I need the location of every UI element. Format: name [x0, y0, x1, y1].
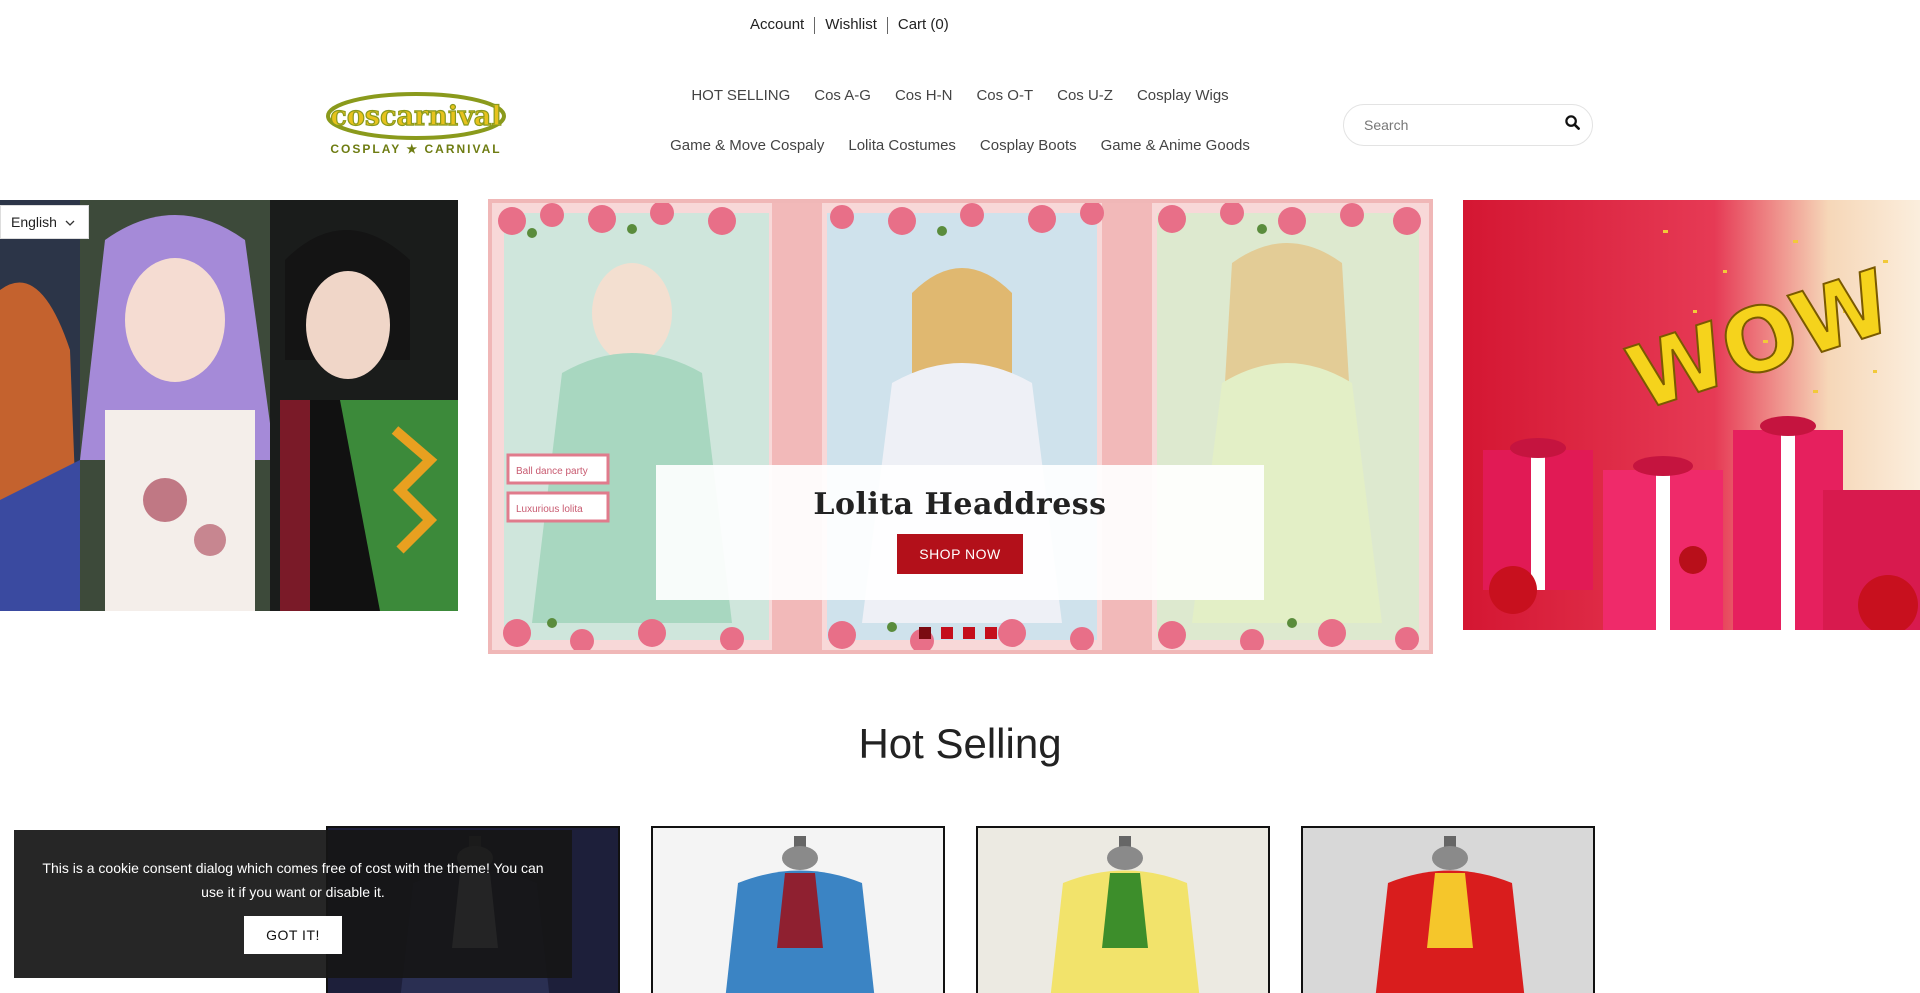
logo-graphic: coscarnival COSPLAY ★ CARNIVAL [326, 92, 506, 156]
search-box [1343, 104, 1593, 146]
shop-now-button[interactable]: SHOP NOW [897, 534, 1023, 574]
slide-previous[interactable] [0, 200, 458, 611]
nav-item-game-anime-goods[interactable]: Game & Anime Goods [1089, 136, 1262, 156]
nav-item-game-move-cospaly[interactable]: Game & Move Cospaly [658, 136, 836, 156]
account-link[interactable]: Account [740, 15, 814, 35]
nav-item-hot-selling[interactable]: HOT SELLING [679, 86, 802, 106]
slide-next[interactable]: WOW [1463, 200, 1920, 630]
product-card[interactable]: coscarnival.com [651, 826, 945, 993]
search-icon[interactable] [1565, 115, 1580, 135]
language-selector[interactable]: English [0, 205, 89, 239]
slider-dot[interactable] [963, 627, 975, 639]
slider-dot[interactable] [919, 627, 931, 639]
main-navigation: HOT SELLING Cos A-G Cos H-N Cos O-T Cos U-Z C… [660, 86, 1260, 186]
wishlist-link[interactable]: Wishlist [815, 15, 887, 35]
gift-boxes-image: WOW [1463, 200, 1920, 630]
language-label: English [11, 214, 57, 230]
promo-caption: Lolita Headdress SHOP NOW [656, 465, 1264, 600]
nav-item-cos-h-n[interactable]: Cos H-N [883, 86, 965, 106]
nav-item-cos-o-t[interactable]: Cos O-T [964, 86, 1045, 106]
nav-row-primary: HOT SELLING Cos A-G Cos H-N Cos O-T Cos U-Z C… [660, 86, 1260, 106]
svg-text:Luxurious lolita: Luxurious lolita [516, 504, 583, 515]
search-input[interactable] [1364, 117, 1565, 133]
cosplayers-image [0, 200, 458, 611]
nav-row-secondary: Game & Move Cospaly Lolita Costumes Cospla… [660, 136, 1260, 156]
svg-text:coscarnival: coscarnival [330, 101, 501, 132]
nav-item-cos-a-g[interactable]: Cos A-G [802, 86, 883, 106]
cookie-accept-button[interactable]: GOT IT! [244, 916, 342, 954]
product-card[interactable]: coscarnival.com [976, 826, 1270, 993]
nav-item-cos-u-z[interactable]: Cos U-Z [1045, 86, 1125, 106]
nav-item-lolita-costumes[interactable]: Lolita Costumes [836, 136, 968, 156]
nav-item-cosplay-wigs[interactable]: Cosplay Wigs [1125, 86, 1241, 106]
chevron-down-icon [65, 214, 75, 230]
slider-dot[interactable] [941, 627, 953, 639]
nav-item-cosplay-boots[interactable]: Cosplay Boots [968, 136, 1089, 156]
promo-title: Lolita Headdress [813, 487, 1107, 522]
product-card[interactable]: coscarnival.com [1301, 826, 1595, 993]
site-logo[interactable]: coscarnival COSPLAY ★ CARNIVAL [326, 92, 506, 158]
slider-pagination [919, 627, 997, 639]
cookie-message: This is a cookie consent dialog which co… [42, 860, 544, 900]
svg-text:COSPLAY ★ CARNIVAL: COSPLAY ★ CARNIVAL [330, 142, 501, 156]
top-account-bar: Account Wishlist Cart (0) [740, 15, 959, 35]
product-image [1303, 828, 1593, 993]
product-image [653, 828, 943, 993]
cart-link[interactable]: Cart (0) [888, 15, 959, 35]
hot-selling-title: Hot Selling [858, 720, 1062, 767]
slider-dot[interactable] [985, 627, 997, 639]
cookie-consent-dialog: This is a cookie consent dialog which co… [14, 830, 572, 978]
product-image [978, 828, 1268, 993]
svg-text:Ball dance party: Ball dance party [516, 466, 588, 477]
